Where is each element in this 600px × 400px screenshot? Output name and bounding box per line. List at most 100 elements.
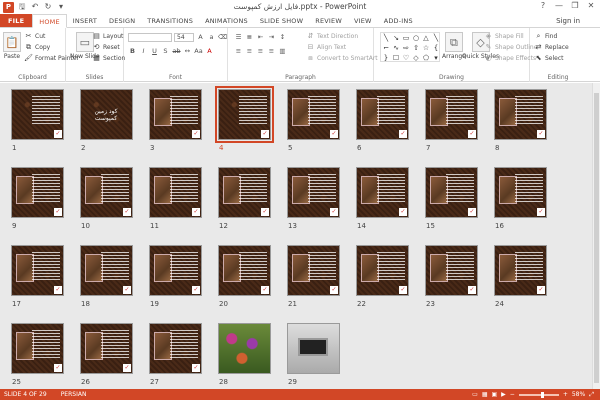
help-button[interactable]: ? <box>536 0 550 12</box>
zoom-in-icon[interactable]: + <box>563 391 568 398</box>
language-indicator[interactable]: PERSIAN <box>47 391 87 398</box>
tab-review[interactable]: REVIEW <box>309 14 348 27</box>
tab-add-ins[interactable]: ADD-INS <box>378 14 419 27</box>
select-button[interactable]: ⬉ Select <box>534 54 564 62</box>
slide-thumbnail[interactable]: ✓ <box>11 167 64 218</box>
font-color-icon[interactable]: A <box>205 47 214 55</box>
minimize-button[interactable]: — <box>552 0 566 12</box>
shape-curve-icon[interactable]: ∿ <box>391 43 401 53</box>
slide-thumbnail[interactable]: ✓ <box>80 245 133 296</box>
fit-window-icon[interactable]: ⤢ <box>589 391 594 399</box>
shrink-font-icon[interactable]: a <box>207 33 216 41</box>
zoom-level[interactable]: 58% <box>572 391 585 398</box>
tab-view[interactable]: VIEW <box>348 14 378 27</box>
bullets-icon[interactable]: ☰ <box>234 33 243 41</box>
justify-icon[interactable]: ≡ <box>267 47 276 55</box>
vertical-scrollbar[interactable] <box>592 83 600 389</box>
shadow-icon[interactable]: S <box>161 47 170 55</box>
slide-thumbnail[interactable]: ✓ <box>80 167 133 218</box>
slideshow-view-icon[interactable]: ▶ <box>501 391 506 398</box>
slide-thumbnail[interactable]: ✓ <box>425 89 478 140</box>
shape-star-icon[interactable]: ☆ <box>421 43 431 53</box>
restore-button[interactable]: ❐ <box>568 0 582 12</box>
bold-icon[interactable]: B <box>128 47 137 55</box>
zoom-out-icon[interactable]: − <box>510 391 515 398</box>
shapes-gallery[interactable]: ╲ ↘ ▭ ○ △ ╲ ⌐ ∿ ⇨ ⇧ ☆{ } ☐ ♡ ◇ ⬠ ▾ <box>380 32 440 62</box>
redo-icon[interactable]: ↻ <box>43 2 53 12</box>
slide-thumbnail[interactable]: ✓ <box>218 167 271 218</box>
normal-view-icon[interactable]: ▭ <box>472 391 478 398</box>
underline-icon[interactable]: U <box>150 47 159 55</box>
shape-more-icon[interactable]: ▾ <box>431 53 441 63</box>
shape-brace-icon[interactable]: { <box>431 43 441 53</box>
slide-thumbnail[interactable]: ✓ <box>494 245 547 296</box>
shape-callout-icon[interactable]: ☐ <box>391 53 401 63</box>
sorter-view-icon[interactable]: ▦ <box>482 391 488 398</box>
slide-thumbnail[interactable]: ✓ <box>287 245 340 296</box>
align-center-icon[interactable]: ≡ <box>245 47 254 55</box>
shape-diamond-icon[interactable]: ◇ <box>411 53 421 63</box>
decrease-indent-icon[interactable]: ⇤ <box>256 33 265 41</box>
find-button[interactable]: ⌕ Find <box>534 32 558 40</box>
shape-line2-icon[interactable]: ╲ <box>431 33 441 43</box>
slide-thumbnail[interactable]: ✓ <box>149 323 202 374</box>
align-text-button[interactable]: ⊟ Align Text <box>306 43 347 51</box>
shape-pentagon-icon[interactable]: ⬠ <box>421 53 431 63</box>
text-direction-button[interactable]: ⇵ Text Direction <box>306 32 359 40</box>
strikethrough-icon[interactable]: ab <box>172 47 181 55</box>
copy-button[interactable]: ⧉ Copy <box>24 43 50 51</box>
case-icon[interactable]: Aa <box>194 47 203 55</box>
shape-brace2-icon[interactable]: } <box>381 53 391 63</box>
shape-heart-icon[interactable]: ♡ <box>401 53 411 63</box>
convert-smartart-button[interactable]: ⧈ Convert to SmartArt <box>306 54 377 62</box>
slide-thumbnail[interactable] <box>218 323 271 374</box>
slide-thumbnail[interactable]: ✓ <box>287 167 340 218</box>
slide-thumbnail[interactable]: ✓ <box>356 167 409 218</box>
shape-line-icon[interactable]: ╲ <box>381 33 391 43</box>
slide-thumbnail[interactable]: ✓ <box>287 89 340 140</box>
grow-font-icon[interactable]: A <box>196 33 205 41</box>
slide-thumbnail[interactable]: ✓ <box>356 245 409 296</box>
replace-button[interactable]: ⇄ Replace <box>534 43 569 51</box>
undo-icon[interactable]: ↶ <box>30 2 40 12</box>
slide-thumbnail[interactable]: ✓ <box>80 323 133 374</box>
slide-thumbnail[interactable]: ✓ <box>149 167 202 218</box>
slide-thumbnail[interactable]: کود زمین کمپوست <box>80 89 133 140</box>
shape-arrow3-icon[interactable]: ⇧ <box>411 43 421 53</box>
slide-thumbnail[interactable]: ✓ <box>11 323 64 374</box>
tab-transitions[interactable]: TRANSITIONS <box>141 14 199 27</box>
sign-in-link[interactable]: Sign in <box>556 14 600 27</box>
spacing-icon[interactable]: ↔ <box>183 47 192 55</box>
slide-thumbnail[interactable]: ✓ <box>149 89 202 140</box>
slide-thumbnail[interactable]: ✓ <box>149 245 202 296</box>
shape-bracket-icon[interactable]: ⌐ <box>381 43 391 53</box>
shape-arrow-icon[interactable]: ↘ <box>391 33 401 43</box>
numbering-icon[interactable]: ≣ <box>245 33 254 41</box>
align-left-icon[interactable]: ≡ <box>234 47 243 55</box>
shape-oval-icon[interactable]: ○ <box>411 33 421 43</box>
align-right-icon[interactable]: ≡ <box>256 47 265 55</box>
tab-home[interactable]: HOME <box>32 14 67 28</box>
slide-thumbnail[interactable]: ✓ <box>356 89 409 140</box>
slide-thumbnail[interactable]: ✓ <box>425 245 478 296</box>
clear-format-icon[interactable]: ⌫ <box>218 33 227 41</box>
layout-button[interactable]: ▤ Layout <box>92 32 123 40</box>
slide-thumbnail[interactable]: ✓ <box>425 167 478 218</box>
font-name-box[interactable] <box>128 33 172 42</box>
slide-thumbnail[interactable]: ✓ <box>494 167 547 218</box>
tab-slide-show[interactable]: SLIDE SHOW <box>254 14 309 27</box>
italic-icon[interactable]: I <box>139 47 148 55</box>
zoom-knob[interactable] <box>540 391 544 398</box>
slide-thumbnail[interactable]: ✓ <box>11 89 64 140</box>
customize-icon[interactable]: ▾ <box>56 2 66 12</box>
increase-indent-icon[interactable]: ⇥ <box>267 33 276 41</box>
cut-button[interactable]: ✂ Cut <box>24 32 46 40</box>
tab-file[interactable]: FILE <box>0 14 33 27</box>
slide-thumbnail[interactable] <box>287 323 340 374</box>
tab-animations[interactable]: ANIMATIONS <box>199 14 254 27</box>
tab-design[interactable]: DESIGN <box>103 14 141 27</box>
slide-thumbnail[interactable]: ✓ <box>494 89 547 140</box>
save-icon[interactable]: 🖫 <box>17 2 27 12</box>
tab-insert[interactable]: INSERT <box>67 14 103 27</box>
scrollbar-thumb[interactable] <box>594 93 599 383</box>
